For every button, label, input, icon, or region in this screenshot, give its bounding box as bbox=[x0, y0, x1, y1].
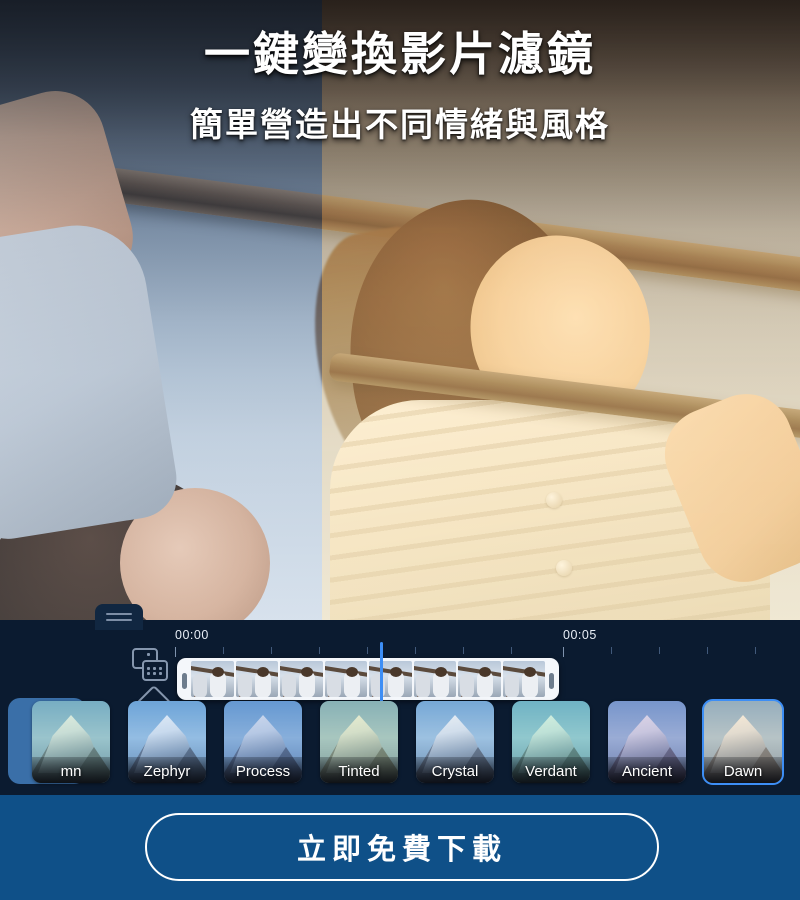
hamburger-line bbox=[106, 619, 132, 621]
media-clip-icon[interactable] bbox=[132, 648, 172, 682]
filter-item-mn[interactable]: mn bbox=[32, 701, 110, 783]
filter-label: Tinted bbox=[338, 763, 380, 780]
clip-frame bbox=[191, 661, 234, 697]
clip-frame bbox=[502, 661, 545, 697]
filter-item-process[interactable]: Process bbox=[224, 701, 302, 783]
filter-item-dawn[interactable]: Dawn bbox=[702, 699, 784, 785]
timeline-ruler bbox=[175, 647, 775, 657]
filter-label: Crystal bbox=[431, 763, 479, 780]
clip-frame bbox=[413, 661, 456, 697]
clip-frame bbox=[235, 661, 278, 697]
clip-trim-handle-left[interactable] bbox=[180, 661, 189, 697]
filter-label: Ancient bbox=[621, 763, 673, 780]
clip-trim-handle-right[interactable] bbox=[547, 661, 556, 697]
filter-label: Verdant bbox=[525, 763, 577, 780]
filter-label: Process bbox=[235, 763, 291, 780]
clip-frame bbox=[324, 661, 367, 697]
clip-frame bbox=[369, 661, 412, 697]
filter-item-ancient[interactable]: Ancient bbox=[608, 701, 686, 783]
filter-label: Dawn bbox=[723, 763, 763, 780]
hero-image: 一鍵變換影片濾鏡 簡單營造出不同情緒與風格 bbox=[0, 0, 800, 622]
timeline-start-time: 00:00 bbox=[175, 628, 209, 642]
filter-item-verdant[interactable]: Verdant bbox=[512, 701, 590, 783]
timeline-clip[interactable] bbox=[177, 658, 559, 700]
filter-label: mn bbox=[60, 763, 82, 780]
promo-screen: 一鍵變換影片濾鏡 簡單營造出不同情緒與風格 00:00 00:05 mn Zep… bbox=[0, 0, 800, 900]
download-button-label: 立即免費下載 bbox=[296, 832, 507, 866]
clip-frame bbox=[458, 661, 501, 697]
download-button[interactable]: 立即免費下載 bbox=[145, 813, 659, 881]
hero-headings: 一鍵變換影片濾鏡 簡單營造出不同情緒與風格 bbox=[0, 26, 800, 146]
filter-item-tinted[interactable]: Tinted bbox=[320, 701, 398, 783]
filter-item-zephyr[interactable]: Zephyr bbox=[128, 701, 206, 783]
page-title: 一鍵變換影片濾鏡 bbox=[204, 27, 596, 81]
clip-frame bbox=[280, 661, 323, 697]
page-subtitle: 簡單營造出不同情緒與風格 bbox=[190, 104, 610, 144]
filter-strip: mn Zephyr Process Tinted Crystal Verdant… bbox=[0, 696, 800, 788]
filter-label: Zephyr bbox=[143, 763, 191, 780]
filter-list[interactable]: mn Zephyr Process Tinted Crystal Verdant… bbox=[32, 698, 800, 786]
filter-item-crystal[interactable]: Crystal bbox=[416, 701, 494, 783]
hamburger-line bbox=[106, 613, 132, 615]
hamburger-icon[interactable] bbox=[95, 604, 143, 630]
cta-bar: 立即免費下載 bbox=[0, 795, 800, 900]
timeline-end-time: 00:05 bbox=[563, 628, 597, 642]
